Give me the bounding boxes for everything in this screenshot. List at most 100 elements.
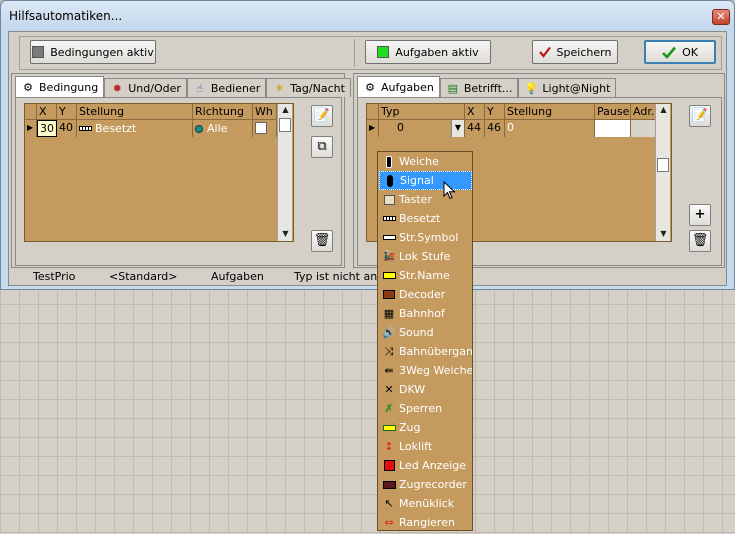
list-item-led-anzeige[interactable]: Led Anzeige bbox=[379, 456, 472, 475]
track-icon: ▤ bbox=[447, 81, 459, 95]
list-item-str-symbol[interactable]: Str.Symbol bbox=[379, 228, 472, 247]
list-item-sperren[interactable]: ✗ Sperren bbox=[379, 399, 472, 418]
list-item-decoder[interactable]: Decoder bbox=[379, 285, 472, 304]
gear-icon: ⚙ bbox=[365, 80, 375, 94]
wh-checkbox[interactable] bbox=[255, 122, 267, 134]
list-item-besetzt[interactable]: Besetzt bbox=[379, 209, 472, 228]
column-header: Stellung bbox=[77, 104, 193, 120]
richtung-cell[interactable]: Alle bbox=[193, 120, 253, 137]
scroll-thumb[interactable] bbox=[657, 158, 669, 172]
tasks-scrollbar[interactable]: ▲ ▼ bbox=[655, 104, 670, 241]
tab-light-at-night[interactable]: 💡 Light@Night bbox=[518, 78, 617, 97]
list-item-zugrecorder[interactable]: Zugrecorder bbox=[379, 475, 472, 494]
signal-icon bbox=[383, 174, 397, 188]
list-item-label: Besetzt bbox=[399, 212, 441, 225]
check-icon bbox=[538, 46, 551, 58]
list-item-menueklick[interactable]: ↖ Menüklick bbox=[379, 494, 472, 513]
stellung-cell[interactable]: Besetzt bbox=[77, 120, 193, 137]
close-button[interactable]: ✕ bbox=[712, 9, 730, 25]
column-header: Y bbox=[57, 104, 77, 120]
tasks-tabs: ⚙ Aufgaben ▤ Betrifft... 💡 Light@Night bbox=[357, 76, 617, 97]
status-profile: <Standard> bbox=[109, 270, 178, 283]
list-item-rangieren[interactable]: ⇔ Rangieren bbox=[379, 513, 472, 532]
list-item-bahnuebergang[interactable]: ⤨ Bahnübergang bbox=[379, 342, 472, 361]
occupied-icon bbox=[79, 126, 92, 131]
pause-cell[interactable] bbox=[595, 120, 631, 137]
x-cell[interactable]: 30 bbox=[37, 120, 57, 137]
scroll-down-icon[interactable]: ▼ bbox=[656, 228, 671, 240]
list-item-label: Weiche bbox=[399, 155, 439, 168]
y-cell[interactable]: 46 bbox=[485, 120, 505, 137]
tab-label: Und/Oder bbox=[128, 81, 181, 95]
list-item-signal[interactable]: Signal bbox=[379, 171, 472, 190]
list-item-weiche[interactable]: Weiche bbox=[379, 152, 472, 171]
conditions-group: ⚙ Bedingung ✹ Und/Oder ☝ Bediener ☀ Tag/… bbox=[11, 73, 351, 268]
conditions-scrollbar[interactable]: ▲ ▼ bbox=[277, 104, 292, 241]
conditions-tabs: ⚙ Bedingung ✹ Und/Oder ☝ Bediener ☀ Tag/… bbox=[15, 76, 351, 97]
decoder-icon bbox=[382, 288, 396, 302]
x-cell[interactable]: 44 bbox=[465, 120, 485, 137]
stellung-cell[interactable]: 0 bbox=[505, 120, 595, 137]
list-item-loklift[interactable]: ↕ Loklift bbox=[379, 437, 472, 456]
new-condition-button[interactable]: 📝 bbox=[311, 105, 333, 127]
list-item-label: Rangieren bbox=[399, 516, 455, 529]
double-slip-icon: ✕ bbox=[384, 383, 394, 396]
tab-bedingung[interactable]: ⚙ Bedingung bbox=[15, 76, 105, 97]
list-item-str-name[interactable]: Str.Name bbox=[379, 266, 472, 285]
list-item-bahnhof[interactable]: ▦ Bahnhof bbox=[379, 304, 472, 323]
list-item-sound[interactable]: 🔊 Sound bbox=[379, 323, 472, 342]
table-row[interactable]: ▶ 0 ▼ 44 46 0 bbox=[367, 120, 657, 137]
delete-condition-button[interactable]: 🗑 bbox=[311, 230, 333, 252]
pointer-icon: ↖ bbox=[384, 497, 394, 510]
column-header: X bbox=[37, 104, 57, 120]
list-item-zug[interactable]: Zug bbox=[379, 418, 472, 437]
list-item-label: Signal bbox=[400, 174, 434, 187]
conditions-active-button[interactable]: Bedingungen aktiv bbox=[30, 40, 156, 64]
scroll-down-icon[interactable]: ▼ bbox=[278, 228, 293, 240]
y-cell[interactable]: 40 bbox=[57, 120, 77, 137]
tab-label: Aufgaben bbox=[381, 80, 434, 94]
gear-icon: ⚙ bbox=[23, 80, 33, 94]
status-section: Aufgaben bbox=[211, 270, 264, 283]
list-item-taster[interactable]: Taster bbox=[379, 190, 472, 209]
title-bar[interactable]: Hilfsautomatiken... ✕ bbox=[1, 1, 734, 31]
scroll-up-icon[interactable]: ▲ bbox=[656, 104, 671, 116]
scroll-thumb[interactable] bbox=[279, 118, 291, 132]
check-icon bbox=[662, 46, 677, 59]
column-header: Adr. bbox=[631, 104, 657, 120]
column-header: Wh bbox=[253, 104, 277, 120]
tab-bediener[interactable]: ☝ Bediener bbox=[186, 78, 267, 97]
status-message: Typ ist nicht anw bbox=[294, 270, 387, 283]
typ-value: 0 bbox=[397, 121, 404, 134]
daynight-icon: ☀ bbox=[274, 81, 285, 95]
save-button[interactable]: Speichern bbox=[532, 40, 618, 64]
new-task-button[interactable]: 📝 bbox=[689, 105, 711, 127]
tab-betrifft[interactable]: ▤ Betrifft... bbox=[439, 78, 519, 97]
column-header: Y bbox=[485, 104, 505, 120]
conditions-tab-content: X Y Stellung Richtung Wh ▶ 30 40 Besetzt bbox=[15, 97, 342, 266]
tasks-active-button[interactable]: Aufgaben aktiv bbox=[365, 40, 491, 64]
chevron-down-icon[interactable]: ▼ bbox=[451, 120, 464, 137]
logic-icon: ✹ bbox=[112, 81, 122, 95]
typ-select[interactable]: 0 ▼ bbox=[379, 120, 465, 137]
type-dropdown-list[interactable]: Weiche Signal Taster Besetzt Str.Symbol … bbox=[377, 151, 473, 531]
list-item-3weg-weiche[interactable]: ⇚ 3Weg Weiche bbox=[379, 361, 472, 380]
wh-cell[interactable] bbox=[253, 120, 277, 137]
list-item-lok-stufe[interactable]: 🚂 Lok Stufe bbox=[379, 247, 472, 266]
tab-aufgaben[interactable]: ⚙ Aufgaben bbox=[357, 76, 440, 97]
table-row[interactable]: ▶ 30 40 Besetzt Alle bbox=[25, 120, 277, 137]
scroll-up-icon[interactable]: ▲ bbox=[278, 104, 293, 116]
ok-button[interactable]: OK bbox=[644, 40, 716, 64]
lock-route-icon: ✗ bbox=[384, 402, 394, 415]
list-item-label: Zugrecorder bbox=[399, 478, 467, 491]
tab-tag-nacht[interactable]: ☀ Tag/Nacht bbox=[266, 78, 351, 97]
bulb-icon: 💡 bbox=[524, 81, 539, 95]
tab-und-oder[interactable]: ✹ Und/Oder bbox=[104, 78, 187, 97]
add-task-button[interactable]: + bbox=[689, 204, 711, 226]
delete-task-button[interactable]: 🗑 bbox=[689, 230, 711, 252]
tab-label: Bedingung bbox=[39, 80, 99, 94]
adr-cell[interactable] bbox=[631, 120, 657, 137]
list-item-dkw[interactable]: ✕ DKW bbox=[379, 380, 472, 399]
occupied-icon bbox=[382, 212, 396, 226]
copy-condition-button[interactable]: ⧉ bbox=[311, 136, 333, 158]
